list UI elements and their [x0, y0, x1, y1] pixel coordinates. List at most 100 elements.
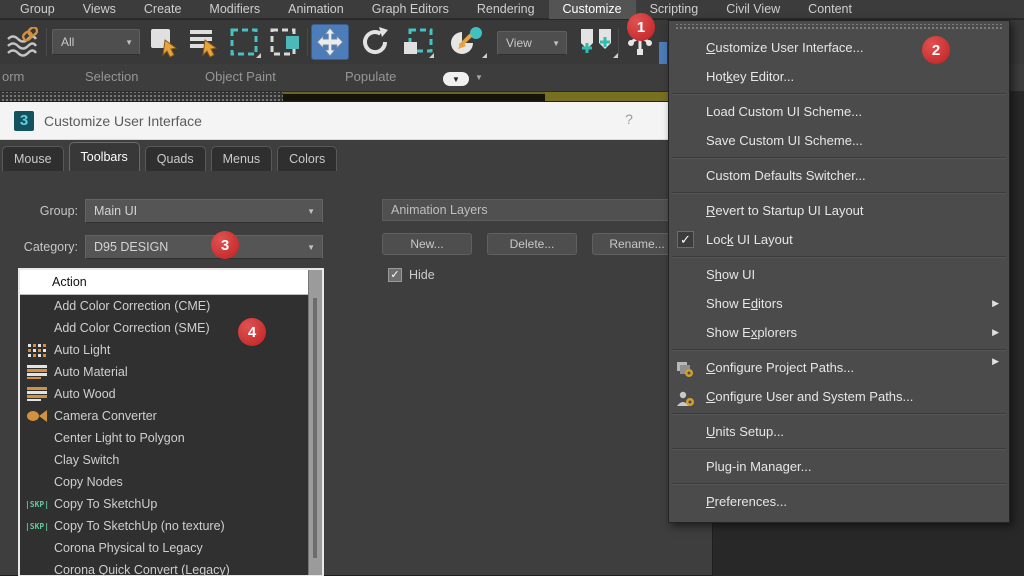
- annotation-badge-3: 3: [211, 231, 239, 259]
- selection-filter-dropdown[interactable]: All ▼: [52, 29, 140, 55]
- category-dropdown[interactable]: D95 DESIGN ▼: [85, 235, 323, 259]
- menubar-item-customize[interactable]: Customize: [549, 0, 636, 19]
- skp-icon: |SKP|: [23, 495, 51, 513]
- 3dsmax-logo-icon: 3: [14, 111, 34, 131]
- dialog-titlebar[interactable]: 3 Customize User Interface ?: [0, 102, 712, 140]
- menubar-item-modifiers[interactable]: Modifiers: [195, 0, 274, 19]
- list-item[interactable]: Auto Material: [20, 361, 322, 383]
- list-item[interactable]: Add Color Correction (SME): [20, 317, 322, 339]
- tab-quads[interactable]: Quads: [145, 146, 206, 171]
- reference-coordinate-dropdown[interactable]: View ▼: [497, 31, 567, 55]
- dropdown-arrow-icon: ▼: [307, 243, 315, 252]
- menu-separator: [672, 349, 1006, 351]
- menu-item-units-setup[interactable]: Units Setup...: [669, 417, 1009, 446]
- stripes-icon: [23, 363, 51, 381]
- group-value: Main UI: [94, 204, 137, 218]
- ribbon-tab-orm[interactable]: orm: [2, 69, 24, 84]
- menu-item-label: Customize User Interface...: [706, 40, 864, 55]
- ribbon-tab-populate[interactable]: Populate: [345, 69, 396, 84]
- list-item-label: Add Color Correction (SME): [54, 321, 210, 335]
- list-item-label: Clay Switch: [54, 453, 119, 467]
- action-list-header[interactable]: Action: [20, 270, 322, 295]
- select-by-name-icon[interactable]: [186, 25, 222, 59]
- menu-item-custom-defaults-switcher[interactable]: Custom Defaults Switcher...: [669, 161, 1009, 190]
- checkmark-icon: ✓: [677, 231, 694, 248]
- list-item[interactable]: Auto Wood: [20, 383, 322, 405]
- select-object-icon[interactable]: [146, 25, 182, 59]
- menu-item-lock-ui-layout[interactable]: Lock UI Layout ✓: [669, 225, 1009, 254]
- annotation-badge-2: 2: [922, 36, 950, 64]
- button-new[interactable]: New...: [382, 233, 472, 255]
- menubar-item-rendering[interactable]: Rendering: [463, 0, 549, 19]
- menu-item-customize-user-interface[interactable]: Customize User Interface...: [669, 33, 1009, 62]
- window-crossing-icon[interactable]: [268, 25, 304, 59]
- menu-item-show-editors[interactable]: Show Editors▶: [669, 289, 1009, 318]
- snaps-toggle-partial[interactable]: [659, 42, 667, 64]
- select-and-rotate-icon[interactable]: [357, 25, 393, 59]
- menu-item-load-custom-ui-scheme[interactable]: Load Custom UI Scheme...: [669, 97, 1009, 126]
- ribbon-tab-selection[interactable]: Selection: [85, 69, 138, 84]
- menubar-item-graph-editors[interactable]: Graph Editors: [358, 0, 463, 19]
- list-item[interactable]: Auto Light: [20, 339, 322, 361]
- list-item[interactable]: Corona Quick Convert (Legacy): [20, 559, 322, 576]
- list-item[interactable]: |SKP|Copy To SketchUp (no texture): [20, 515, 322, 537]
- toolbar-dock-grip: [0, 92, 283, 101]
- action-list-scrollbar[interactable]: [308, 270, 322, 575]
- menu-item-label: Lock UI Layout: [706, 232, 793, 247]
- select-and-scale-icon[interactable]: [399, 25, 435, 59]
- menubar-item-civil-view[interactable]: Civil View: [712, 0, 794, 19]
- chevron-down-icon[interactable]: ▼: [475, 73, 483, 82]
- ribbon-minimize-icon[interactable]: ▼: [443, 72, 469, 86]
- dropdown-arrow-icon: ▼: [125, 38, 133, 47]
- menu-item-save-custom-ui-scheme[interactable]: Save Custom UI Scheme...: [669, 126, 1009, 155]
- list-item[interactable]: Add Color Correction (CME): [20, 295, 322, 317]
- select-and-place-icon[interactable]: [444, 25, 488, 59]
- menu-item-preferences[interactable]: Preferences...: [669, 487, 1009, 516]
- menu-item-configure-user-and-system-paths[interactable]: Configure User and System Paths...: [669, 382, 1009, 411]
- help-button[interactable]: ?: [620, 111, 638, 127]
- menubar-item-group[interactable]: Group: [6, 0, 69, 19]
- toolbar-separator: [46, 28, 47, 56]
- list-item[interactable]: Camera Converter: [20, 405, 322, 427]
- list-item[interactable]: Center Light to Polygon: [20, 427, 322, 449]
- list-item[interactable]: Copy Nodes: [20, 471, 322, 493]
- list-item-label: Camera Converter: [54, 409, 157, 423]
- select-and-link-icon[interactable]: [4, 25, 40, 59]
- menu-tearoff-grip[interactable]: [675, 24, 1003, 31]
- menu-item-configure-project-paths[interactable]: Configure Project Paths...: [669, 353, 1009, 382]
- category-value: D95 DESIGN: [94, 240, 168, 254]
- dropdown-arrow-icon: ▼: [307, 207, 315, 216]
- menu-separator: [672, 256, 1006, 258]
- menu-item-hotkey-editor[interactable]: Hotkey Editor...: [669, 62, 1009, 91]
- hide-checkbox[interactable]: ✓: [388, 268, 402, 282]
- menu-item-show-ui[interactable]: Show UI▶: [669, 260, 1009, 289]
- menu-item-plug-in-manager[interactable]: Plug-in Manager...: [669, 452, 1009, 481]
- action-list-rows: Add Color Correction (CME) Add Color Corr…: [20, 295, 322, 576]
- menu-item-label: Show Editors: [706, 296, 783, 311]
- toolbar-name-field[interactable]: Animation Layers: [382, 199, 682, 221]
- button-delete[interactable]: Delete...: [487, 233, 577, 255]
- tab-mouse[interactable]: Mouse: [2, 146, 64, 171]
- menu-item-revert-to-startup-ui-layout[interactable]: Revert to Startup UI Layout: [669, 196, 1009, 225]
- menubar-item-animation[interactable]: Animation: [274, 0, 358, 19]
- ribbon-tab-object-paint[interactable]: Object Paint: [205, 69, 276, 84]
- use-pivot-point-center-icon[interactable]: [573, 25, 619, 59]
- list-item[interactable]: Corona Physical to Legacy: [20, 537, 322, 559]
- tab-menus[interactable]: Menus: [211, 146, 273, 171]
- tab-colors[interactable]: Colors: [277, 146, 337, 171]
- list-item[interactable]: |SKP|Copy To SketchUp: [20, 493, 322, 515]
- list-item[interactable]: Clay Switch: [20, 449, 322, 471]
- list-item-label: Corona Physical to Legacy: [54, 541, 203, 555]
- camera-icon: [23, 407, 51, 425]
- select-and-move-icon[interactable]: [311, 24, 349, 60]
- menubar-item-create[interactable]: Create: [130, 0, 196, 19]
- dialog-tabs: MouseToolbarsQuadsMenusColors: [2, 142, 342, 171]
- menu-item-show-explorers[interactable]: Show Explorers▶: [669, 318, 1009, 347]
- tab-toolbars[interactable]: Toolbars: [69, 142, 140, 171]
- menubar-item-content[interactable]: Content: [794, 0, 866, 19]
- rectangular-selection-region-icon[interactable]: [226, 25, 262, 59]
- menubar-item-views[interactable]: Views: [69, 0, 130, 19]
- group-dropdown[interactable]: Main UI ▼: [85, 199, 323, 223]
- list-item-label: Auto Wood: [54, 387, 116, 401]
- menu-item-label: Configure User and System Paths...: [706, 389, 913, 404]
